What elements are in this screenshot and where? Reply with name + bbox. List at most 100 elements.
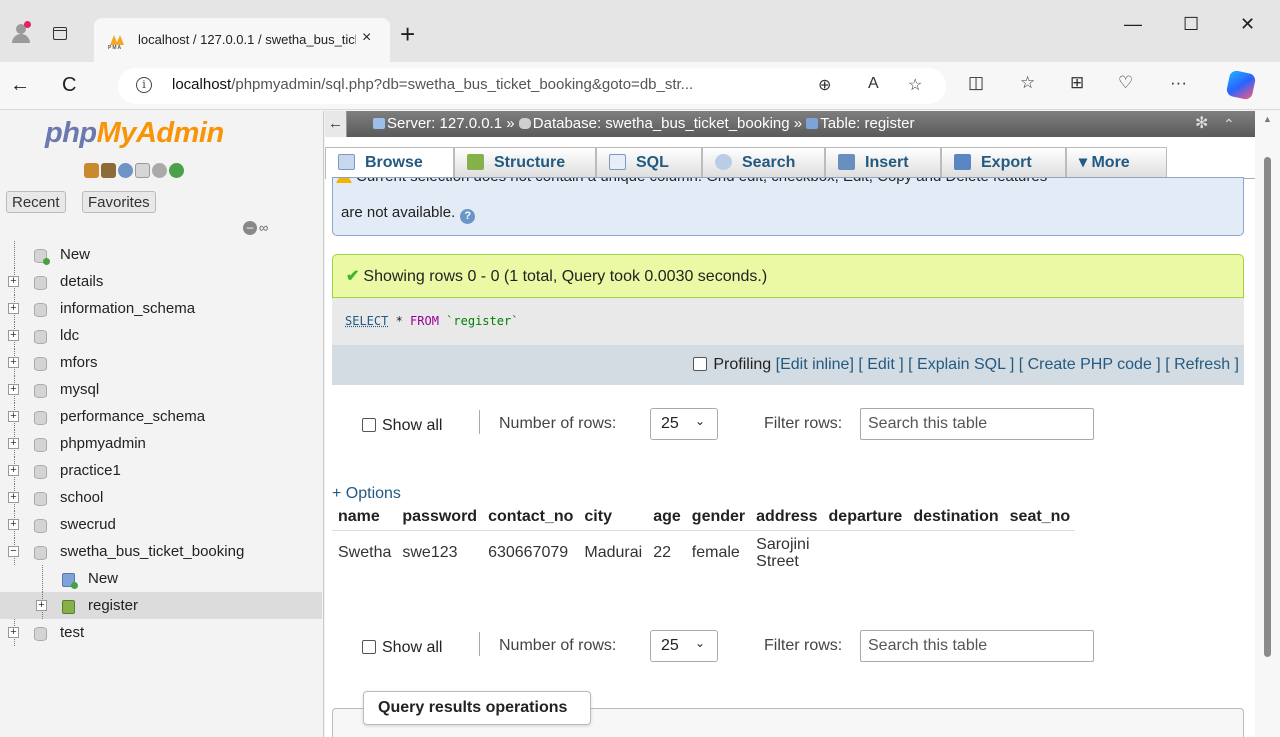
column-header-gender[interactable]: gender bbox=[685, 504, 751, 531]
collapse-all-icon[interactable]: – bbox=[243, 221, 257, 235]
tab-insert[interactable]: Insert bbox=[825, 147, 941, 179]
expand-icon[interactable]: + bbox=[8, 276, 19, 287]
documentation-help-icon[interactable]: ? bbox=[460, 209, 476, 224]
profiling-checkbox[interactable] bbox=[693, 357, 708, 371]
expand-icon[interactable]: + bbox=[8, 357, 19, 368]
tree-item-db[interactable]: + practice1 bbox=[0, 457, 322, 484]
tab-close-icon[interactable]: × bbox=[362, 29, 371, 47]
column-header-destination[interactable]: destination bbox=[907, 504, 1004, 531]
scroll-up-icon[interactable]: ▲ bbox=[1263, 114, 1272, 124]
reload-navigation-icon[interactable] bbox=[169, 163, 184, 178]
docs-icon[interactable] bbox=[135, 163, 150, 178]
column-header-contact-no[interactable]: contact_no bbox=[482, 504, 579, 531]
tree-item-db[interactable]: + phpmyadmin bbox=[0, 430, 322, 457]
expand-icon[interactable]: + bbox=[8, 411, 19, 422]
column-header-city[interactable]: city bbox=[578, 504, 648, 531]
expand-icon[interactable]: + bbox=[8, 330, 19, 341]
column-header-seat-no[interactable]: seat_no bbox=[1003, 504, 1076, 531]
column-header-age[interactable]: age bbox=[647, 504, 686, 531]
expand-icon[interactable]: + bbox=[8, 303, 19, 314]
address-bar[interactable]: i localhost/phpmyadmin/sql.php?db=swetha… bbox=[118, 68, 946, 104]
show-all-checkbox[interactable] bbox=[362, 418, 376, 432]
home-icon[interactable] bbox=[84, 163, 99, 178]
expand-icon[interactable]: + bbox=[36, 600, 47, 611]
breadcrumb-server[interactable]: Server: 127.0.0.1 bbox=[387, 115, 502, 132]
tab-sql[interactable]: SQL bbox=[596, 147, 702, 179]
tree-item-db[interactable]: + mfors bbox=[0, 349, 322, 376]
maximize-button[interactable]: ☐ bbox=[1183, 14, 1199, 35]
column-header-name[interactable]: name bbox=[332, 504, 397, 531]
options-link[interactable]: + Options bbox=[332, 485, 401, 503]
tab-export[interactable]: Export bbox=[941, 147, 1066, 179]
rows-per-page-select[interactable]: 25 ⌄ bbox=[650, 408, 718, 440]
tree-item-db[interactable]: + swecrud bbox=[0, 511, 322, 538]
back-button[interactable]: ← bbox=[10, 74, 30, 97]
breadcrumb-database[interactable]: Database: swetha_bus_ticket_booking bbox=[533, 115, 790, 132]
expand-icon[interactable]: + bbox=[8, 492, 19, 503]
filter-rows-input[interactable]: Search this table bbox=[860, 630, 1094, 662]
show-all-checkbox[interactable] bbox=[362, 640, 376, 654]
link-with-main-icon[interactable]: ∞ bbox=[259, 220, 268, 235]
column-header-address[interactable]: address bbox=[750, 504, 823, 531]
collections-icon[interactable]: ⊞ bbox=[1070, 73, 1084, 93]
tree-item-db[interactable]: + school bbox=[0, 484, 322, 511]
browser-essentials-icon[interactable]: ♡ bbox=[1118, 73, 1133, 93]
expand-icon[interactable]: + bbox=[8, 438, 19, 449]
tab-structure[interactable]: Structure bbox=[454, 147, 596, 179]
column-header-password[interactable]: password bbox=[396, 504, 483, 531]
edit-link[interactable]: [ Edit ] bbox=[858, 356, 903, 373]
tab-browse[interactable]: Browse bbox=[325, 147, 454, 179]
more-menu-icon[interactable]: ··· bbox=[1170, 73, 1187, 93]
explain-sql-link[interactable]: [ Explain SQL ] bbox=[908, 356, 1014, 373]
tab-search[interactable]: Search bbox=[702, 147, 825, 179]
read-aloud-icon[interactable]: A bbox=[868, 75, 879, 93]
site-info-icon[interactable]: i bbox=[136, 77, 152, 93]
column-header-departure[interactable]: departure bbox=[822, 504, 908, 531]
main-scrollbar[interactable]: ▲ bbox=[1255, 111, 1280, 737]
profile-icon[interactable] bbox=[12, 21, 31, 43]
recent-tab[interactable]: Recent bbox=[6, 191, 66, 213]
breadcrumb-table[interactable]: Table: register bbox=[820, 115, 914, 132]
phpmyadmin-logo[interactable]: phpMyAdmin bbox=[45, 117, 224, 150]
tree-item-register[interactable]: + register bbox=[0, 592, 322, 619]
tree-item-db[interactable]: + test bbox=[0, 619, 322, 646]
tree-item-db[interactable]: + details bbox=[0, 268, 322, 295]
close-window-button[interactable]: ✕ bbox=[1240, 14, 1255, 35]
scrollbar-thumb[interactable] bbox=[1264, 157, 1271, 657]
tree-item-new[interactable]: New bbox=[0, 565, 322, 592]
tree-item-db[interactable]: + performance_schema bbox=[0, 403, 322, 430]
expand-icon[interactable]: + bbox=[8, 384, 19, 395]
zoom-icon[interactable]: ⊕ bbox=[818, 75, 831, 95]
refresh-link[interactable]: [ Refresh ] bbox=[1165, 356, 1239, 373]
expand-icon[interactable]: + bbox=[8, 519, 19, 530]
rows-per-page-select[interactable]: 25 ⌄ bbox=[650, 630, 718, 662]
new-tab-button[interactable]: + bbox=[400, 19, 415, 50]
logout-icon[interactable] bbox=[101, 163, 116, 178]
expand-icon[interactable]: + bbox=[8, 627, 19, 638]
help-icon[interactable] bbox=[118, 163, 133, 178]
sql-select-keyword[interactable]: SELECT bbox=[345, 314, 388, 328]
favorite-star-icon[interactable]: ☆ bbox=[908, 75, 922, 95]
edit-inline-link[interactable]: [Edit inline] bbox=[776, 356, 854, 373]
scroll-top-icon[interactable]: ⌃ bbox=[1223, 111, 1235, 137]
tab-more[interactable]: ▾ More bbox=[1066, 147, 1167, 179]
settings-gear-icon[interactable]: ✻ bbox=[1195, 111, 1208, 137]
collapse-icon[interactable]: − bbox=[8, 546, 19, 557]
tab-actions-icon[interactable] bbox=[53, 27, 67, 40]
favorites-icon[interactable]: ☆ bbox=[1020, 73, 1035, 93]
tree-item-db[interactable]: − swetha_bus_ticket_booking bbox=[0, 538, 322, 565]
split-screen-icon[interactable]: ◫ bbox=[968, 73, 984, 93]
reload-button[interactable]: C bbox=[62, 74, 76, 97]
collapse-sidebar-button[interactable]: ← bbox=[325, 111, 347, 137]
settings-icon[interactable] bbox=[152, 163, 167, 178]
browser-tab[interactable]: PMA localhost / 127.0.0.1 / swetha_bus_t… bbox=[94, 18, 390, 62]
url-text[interactable]: localhost/phpmyadmin/sql.php?db=swetha_b… bbox=[172, 76, 772, 93]
tree-item-db[interactable]: + ldc bbox=[0, 322, 322, 349]
filter-rows-input[interactable]: Search this table bbox=[860, 408, 1094, 440]
minimize-button[interactable]: — bbox=[1124, 14, 1142, 35]
tree-item-db[interactable]: New bbox=[0, 241, 322, 268]
favorites-tab[interactable]: Favorites bbox=[82, 191, 156, 213]
expand-icon[interactable]: + bbox=[8, 465, 19, 476]
create-php-code-link[interactable]: [ Create PHP code ] bbox=[1019, 356, 1161, 373]
tree-item-db[interactable]: + mysql bbox=[0, 376, 322, 403]
